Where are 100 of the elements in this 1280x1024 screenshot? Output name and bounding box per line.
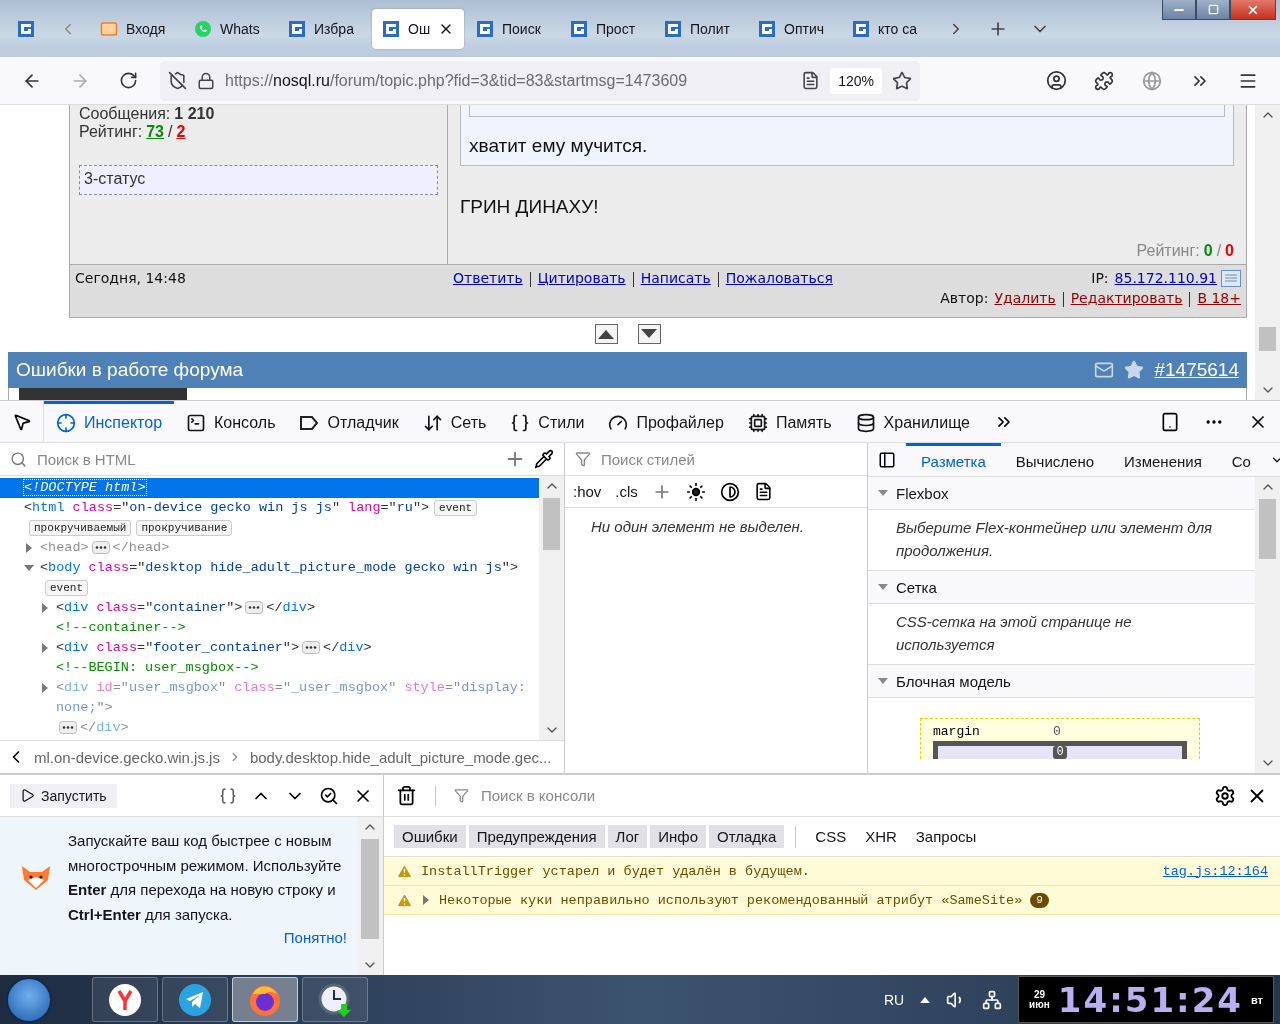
console-filter-field[interactable]: Поиск в консоли (479, 786, 1204, 805)
card-list-icon[interactable] (1221, 270, 1241, 287)
section-header[interactable]: Сетка (868, 571, 1255, 604)
markup-row[interactable]: <body class="desktop hide_adult_picture_mode gecko win js"> event (0, 558, 539, 598)
scroll-down-button[interactable] (637, 324, 661, 344)
responsive-mode-icon[interactable] (1160, 411, 1180, 432)
log-level-filter[interactable]: Инфо (650, 825, 706, 848)
styles-search-field[interactable]: Поиск стилей (599, 449, 857, 469)
post-action-link[interactable]: Пожаловаться (725, 270, 833, 286)
sidebar-tab[interactable]: Со (1216, 443, 1266, 476)
devtools-tab[interactable]: Отладчик (287, 401, 411, 442)
browser-tab[interactable]: Полит (654, 8, 746, 49)
bookmark-star-icon[interactable] (892, 70, 912, 91)
breadcrumb-item[interactable]: body.desktop.hide_adult_picture_mode.gec... (249, 748, 552, 766)
margin-value[interactable]: 0 (1053, 723, 1061, 739)
collapsed-triangle-icon[interactable] (40, 603, 50, 613)
devtools-tab[interactable]: Консоль (174, 401, 288, 442)
source-link[interactable]: tag.js:12:164 (1162, 863, 1268, 879)
ip-link[interactable]: 85.172.110.91 (1114, 270, 1217, 286)
globe-icon[interactable] (1142, 70, 1162, 91)
markup-row[interactable]: <!--BEGIN: user_msgbox--> (0, 658, 539, 678)
browser-tab[interactable]: Whats (184, 8, 276, 49)
start-button[interactable] (6, 976, 52, 1023)
scrollbar-thumb[interactable] (1258, 499, 1277, 559)
markup-row[interactable]: <!--container--> (0, 618, 539, 638)
sidebar-tab[interactable]: Изменения (1109, 443, 1217, 476)
markup-row[interactable]: <html class="on-device gecko win js js" lang="ru"> event прокручиваемый прокручивание (0, 498, 539, 538)
devtools-tab[interactable]: Сеть (410, 401, 499, 442)
eyedropper-icon[interactable] (534, 449, 554, 469)
taskbar-app[interactable] (302, 977, 368, 1022)
markup-row[interactable]: <div class="container"> </div> (0, 598, 539, 618)
message-number-link[interactable]: #1475614 (1154, 359, 1239, 382)
envelope-icon[interactable] (1094, 360, 1115, 381)
collapsed-triangle-icon[interactable] (421, 895, 431, 905)
tracking-shield-icon[interactable] (168, 71, 187, 90)
reverse-search-icon[interactable] (319, 785, 339, 806)
minimize-button[interactable] (1162, 0, 1196, 20)
trash-icon[interactable] (396, 785, 417, 806)
section-header[interactable]: Flexbox (868, 477, 1255, 510)
request-type-filter[interactable]: CSS (807, 825, 855, 848)
settings-icon[interactable] (1214, 784, 1236, 807)
taskbar-app[interactable] (162, 977, 228, 1022)
network-icon[interactable] (982, 989, 1003, 1010)
browser-tab[interactable]: Прост (560, 8, 652, 49)
sidebar-tab[interactable]: Вычислено (1000, 443, 1110, 476)
browser-tab[interactable]: Поиск (466, 8, 558, 49)
taskbar-app[interactable] (232, 977, 298, 1022)
run-button[interactable]: Запустить (10, 783, 117, 808)
scrollbar-thumb[interactable] (542, 498, 561, 550)
request-type-filter[interactable]: Запросы (907, 825, 985, 848)
log-level-filter[interactable]: Предупреждения (468, 825, 605, 848)
taskbar-app[interactable] (92, 977, 158, 1022)
devtools-tab[interactable]: Стили (498, 401, 597, 442)
expanded-triangle-icon[interactable] (878, 676, 888, 686)
expanded-triangle-icon[interactable] (878, 488, 888, 498)
rating-plus-link[interactable]: 73 (146, 123, 164, 141)
event-badge[interactable]: прокручиваемый (29, 520, 132, 536)
post-action-link[interactable]: Цитировать (537, 270, 626, 286)
devtools-tab[interactable]: Инспектор (44, 401, 175, 442)
devtools-tab[interactable]: Память (735, 401, 844, 442)
expanded-triangle-icon[interactable] (24, 563, 34, 573)
ellipsis-icon[interactable] (59, 720, 77, 734)
zoom-level-button[interactable]: 120% (830, 67, 882, 94)
tray-arrow-icon[interactable] (920, 996, 931, 1003)
browser-tab[interactable]: Входя (90, 8, 182, 49)
markup-row[interactable]: <div class="footer_container"> </div> (0, 638, 539, 658)
ellipsis-icon[interactable] (245, 600, 264, 614)
scrollbar-thumb[interactable] (360, 839, 380, 939)
dismiss-link[interactable]: Понятно! (283, 929, 347, 946)
event-badge[interactable]: event (45, 580, 88, 596)
close-button[interactable] (1230, 0, 1276, 20)
log-level-filter[interactable]: Отладка (709, 825, 785, 848)
collapsed-triangle-icon[interactable] (40, 643, 50, 653)
post-action-link[interactable]: Ответить (453, 270, 523, 286)
log-level-filter[interactable]: Лог (607, 825, 648, 848)
layout-scrollbar[interactable] (1255, 477, 1280, 773)
scroll-up-button[interactable] (594, 324, 618, 344)
contrast-icon[interactable] (719, 481, 740, 502)
reader-view-icon[interactable] (801, 71, 821, 90)
account-icon[interactable] (1045, 70, 1067, 91)
language-indicator[interactable]: RU (883, 991, 905, 1008)
event-badge[interactable]: event (434, 500, 478, 516)
ellipsis-icon[interactable] (91, 540, 110, 554)
rating-minus-link[interactable]: 2 (176, 123, 186, 141)
author-action-link[interactable]: Редактировать (1070, 290, 1183, 306)
up-triangle-icon[interactable] (598, 329, 614, 339)
star-icon[interactable] (1124, 360, 1145, 381)
log-level-filter[interactable]: Ошибки (394, 825, 466, 848)
light-scheme-icon[interactable] (685, 481, 706, 502)
reload-icon[interactable] (118, 71, 138, 90)
pseudo-class-toggle[interactable]: :hov (573, 483, 602, 500)
markup-row[interactable]: <!DOCTYPE html> (0, 478, 539, 498)
page-scrollbar[interactable] (1255, 105, 1280, 400)
request-type-filter[interactable]: XHR (857, 825, 905, 848)
browser-tab[interactable]: Избра (278, 8, 370, 49)
pretty-print-icon[interactable] (219, 786, 237, 805)
border-value[interactable]: 0 (1053, 746, 1067, 759)
breadcrumb-item[interactable]: ml.on-device.gecko.win.js.js (34, 748, 220, 766)
print-media-icon[interactable] (753, 482, 773, 501)
browser-tab[interactable]: Ош (372, 8, 464, 49)
